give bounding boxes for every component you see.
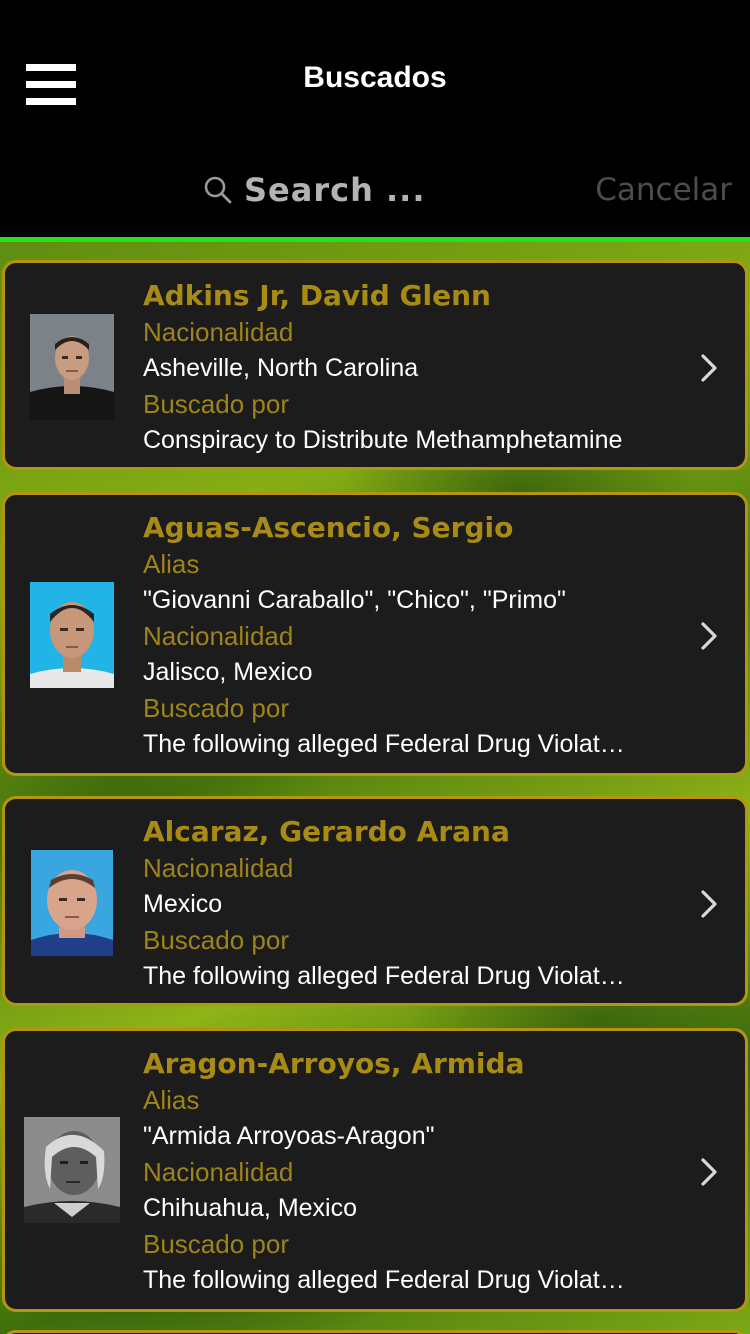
alias-label: Alias <box>143 549 200 579</box>
alias-value: "Giovanni Caraballo", "Chico", "Primo" <box>143 586 566 614</box>
wanted-label: Buscado por <box>143 1229 289 1259</box>
list-item[interactable] <box>2 1330 748 1334</box>
search-bar: Cancelar <box>0 150 750 238</box>
wanted-label: Buscado por <box>143 389 289 419</box>
mugshot-photo <box>31 850 113 956</box>
item-name: Alcaraz, Gerardo Arana <box>143 815 510 848</box>
list-item[interactable]: Aguas-Ascencio, Sergio Alias "Giovanni C… <box>2 492 748 776</box>
chevron-right-icon <box>701 354 717 382</box>
mugshot-photo <box>30 582 114 688</box>
alias-value: "Armida Arroyoas-Aragon" <box>143 1122 435 1150</box>
screen: Buscados Cancelar <box>0 0 750 1334</box>
item-name: Aguas-Ascencio, Sergio <box>143 511 514 544</box>
search-input[interactable] <box>244 166 574 214</box>
chevron-right-icon <box>701 622 717 650</box>
list-item[interactable]: Alcaraz, Gerardo Arana Nacionalidad Mexi… <box>2 796 748 1006</box>
navigation-bar: Buscados <box>0 0 750 150</box>
item-details: Adkins Jr, David Glenn Nacionalidad Ashe… <box>143 278 685 458</box>
list-item[interactable]: Aragon-Arroyos, Armida Alias "Armida Arr… <box>2 1028 748 1312</box>
alias-label: Alias <box>143 1085 200 1115</box>
item-name: Aragon-Arroyos, Armida <box>143 1047 525 1080</box>
wanted-value: The following alleged Federal Drug Viola… <box>143 962 625 990</box>
nationality-label: Nacionalidad <box>143 853 294 883</box>
nationality-label: Nacionalidad <box>143 317 294 347</box>
item-details: Alcaraz, Gerardo Arana Nacionalidad Mexi… <box>143 814 685 994</box>
cancel-button[interactable]: Cancelar <box>595 168 732 212</box>
nationality-value: Mexico <box>143 890 223 918</box>
mugshot-photo <box>24 1117 120 1223</box>
item-name: Adkins Jr, David Glenn <box>143 279 491 312</box>
search-icon <box>203 175 233 205</box>
nationality-value: Chihuahua, Mexico <box>143 1194 358 1222</box>
nationality-value: Jalisco, Mexico <box>143 658 313 686</box>
chevron-right-icon <box>701 890 717 918</box>
item-details: Aragon-Arroyos, Armida Alias "Armida Arr… <box>143 1046 685 1298</box>
nationality-label: Nacionalidad <box>143 621 294 651</box>
nationality-label: Nacionalidad <box>143 1157 294 1187</box>
item-details: Aguas-Ascencio, Sergio Alias "Giovanni C… <box>143 510 685 762</box>
chevron-right-icon <box>701 1158 717 1186</box>
wanted-label: Buscado por <box>143 925 289 955</box>
mugshot-photo <box>30 314 114 420</box>
wanted-value: The following alleged Federal Drug Viola… <box>143 1266 625 1294</box>
wanted-label: Buscado por <box>143 693 289 723</box>
wanted-value: The following alleged Federal Drug Viola… <box>143 730 625 758</box>
list-item[interactable]: Adkins Jr, David Glenn Nacionalidad Ashe… <box>2 260 748 470</box>
page-title: Buscados <box>303 61 447 94</box>
wanted-value: Conspiracy to Distribute Methamphetamine <box>143 426 623 454</box>
nationality-value: Asheville, North Carolina <box>143 354 419 382</box>
